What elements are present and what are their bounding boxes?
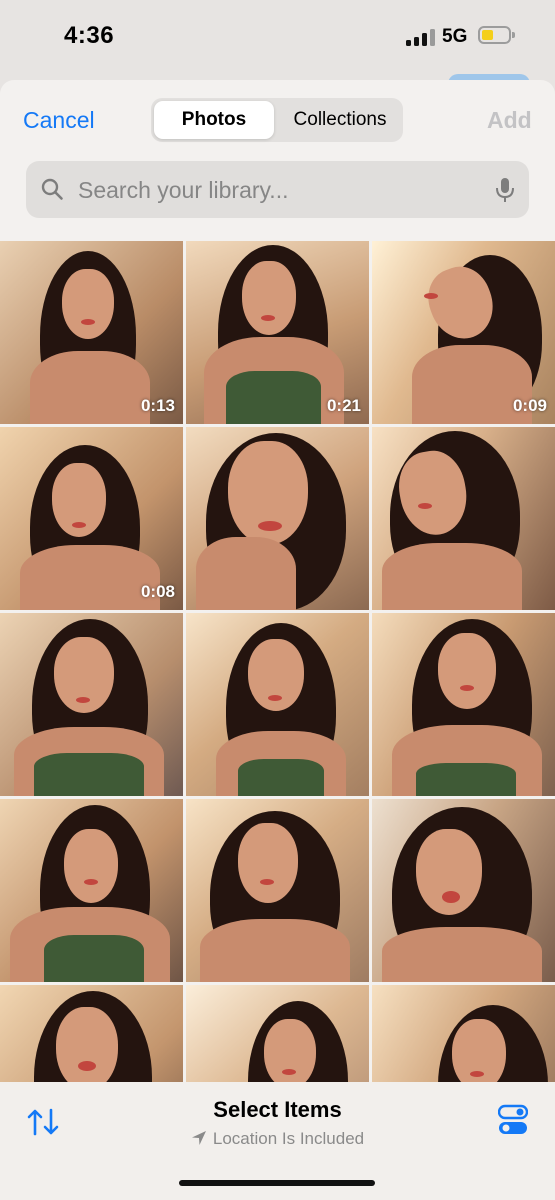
photo-thumbnail[interactable] — [186, 799, 369, 982]
add-button[interactable]: Add — [487, 107, 532, 134]
toolbar-title: Select Items — [213, 1097, 342, 1122]
location-status-label: Location Is Included — [212, 1129, 365, 1148]
search-bar[interactable]: Search your library... — [26, 161, 529, 218]
location-status[interactable]: Location Is Included — [0, 1129, 555, 1149]
photo-thumbnail[interactable]: 0:13 — [0, 241, 183, 424]
video-duration: 0:21 — [326, 396, 361, 415]
toggle-options-icon[interactable] — [498, 1104, 528, 1136]
photo-thumbnail[interactable]: 0:21 — [186, 241, 369, 424]
microphone-icon[interactable] — [494, 176, 516, 204]
location-arrow-icon — [191, 1131, 206, 1145]
photo-picker-sheet: Cancel Photos Collections Add Search you… — [0, 80, 555, 1200]
photo-thumbnail[interactable] — [372, 613, 555, 796]
photo-thumbnail[interactable] — [372, 427, 555, 610]
photo-thumbnail[interactable] — [0, 799, 183, 982]
photo-grid: 0:13 0:21 0:09 0:08 — [0, 241, 555, 1168]
network-type: 5G — [442, 26, 468, 47]
photo-thumbnail[interactable]: 0:08 — [0, 427, 183, 610]
search-icon — [41, 178, 63, 200]
photo-thumbnail[interactable] — [186, 613, 369, 796]
source-segmented-control: Photos Collections — [151, 98, 403, 142]
search-input[interactable]: Search your library... — [78, 177, 288, 204]
photo-thumbnail[interactable] — [0, 613, 183, 796]
video-duration: 0:08 — [140, 582, 175, 601]
cellular-signal-icon — [406, 28, 435, 46]
battery-icon — [478, 26, 515, 44]
photo-thumbnail[interactable] — [372, 799, 555, 982]
tab-photos[interactable]: Photos — [154, 101, 274, 139]
photo-thumbnail[interactable]: 0:09 — [372, 241, 555, 424]
cancel-button[interactable]: Cancel — [23, 107, 95, 134]
video-duration: 0:09 — [512, 396, 547, 415]
status-bar: 4:36 5G — [0, 0, 555, 78]
home-indicator — [179, 1180, 375, 1186]
status-time: 4:36 — [64, 22, 115, 49]
photo-thumbnail[interactable] — [186, 427, 369, 610]
tab-collections[interactable]: Collections — [277, 101, 403, 139]
video-duration: 0:13 — [140, 396, 175, 415]
